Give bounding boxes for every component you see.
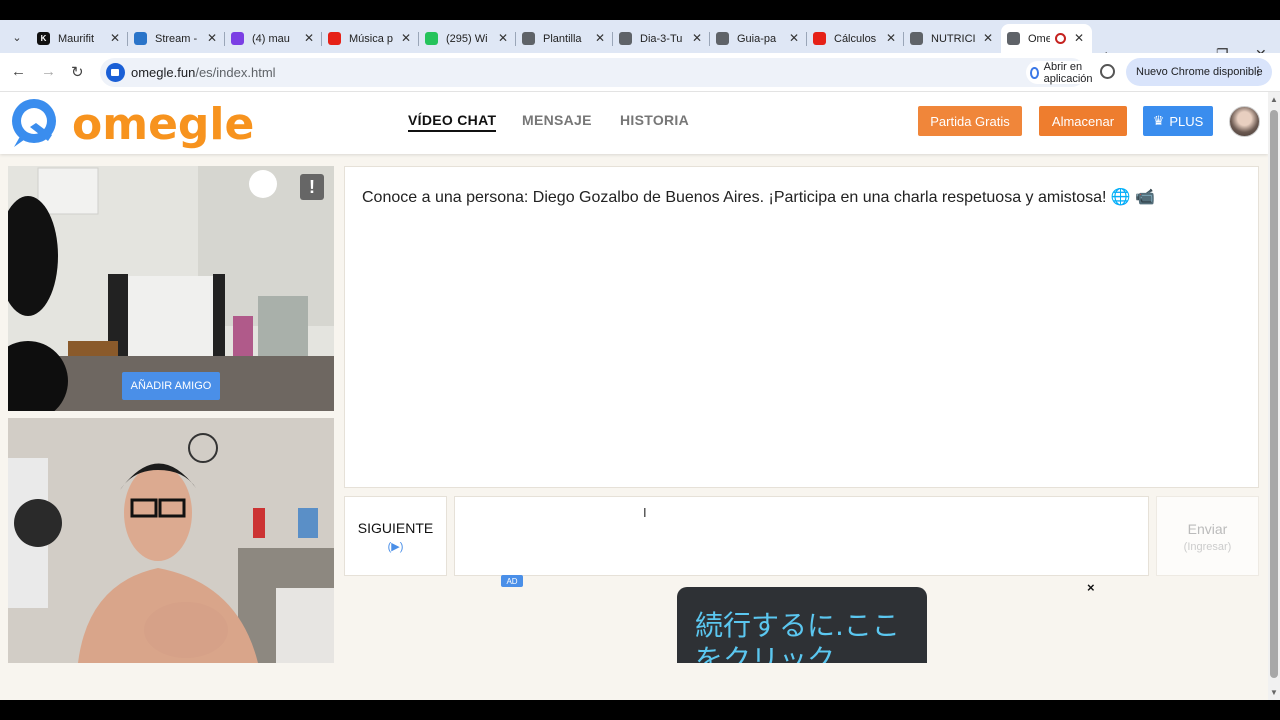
tab-favicon-icon	[522, 32, 535, 45]
text-cursor-icon: I	[643, 505, 647, 520]
omegle-logo[interactable]: omegle	[8, 97, 254, 150]
tab-favicon-icon	[134, 32, 147, 45]
logo-text: omegle	[72, 99, 255, 150]
site-header: omegle VÍDEO CHAT MENSAJE HISTORIA Parti…	[0, 92, 1268, 154]
back-arrow-icon[interactable]: ←	[11, 63, 26, 80]
tab-favicon-icon	[619, 32, 632, 45]
browser-tab[interactable]: NUTRICI ✕	[904, 24, 1001, 53]
ad-banner[interactable]: 続行するに.ここをクリック	[677, 587, 927, 667]
tab-favicon-icon: K	[37, 32, 50, 45]
tab-title: Música p	[349, 32, 394, 45]
tab-title: Stream -	[155, 32, 198, 45]
ad-text: 続行するに.ここをクリック	[695, 609, 900, 667]
browser-tab[interactable]: (4) mau ✕	[225, 24, 322, 53]
free-match-button[interactable]: Partida Gratis	[918, 106, 1022, 136]
tab-close-icon[interactable]: ✕	[692, 31, 702, 45]
local-video-scene	[8, 418, 334, 663]
forward-arrow-icon[interactable]: →	[41, 63, 56, 80]
tab-close-icon[interactable]: ✕	[110, 31, 120, 45]
logo-bubble-icon	[12, 99, 56, 147]
send-shortcut: (Ingresar)	[1183, 541, 1232, 553]
tab-close-icon[interactable]: ✕	[498, 31, 508, 45]
tab-title: Guia-pa	[737, 32, 777, 45]
tab-title: Dia-3-Tu	[640, 32, 683, 45]
send-label: Enviar	[1187, 521, 1228, 537]
tab-favicon-icon	[425, 32, 438, 45]
tab-favicon-icon	[813, 32, 826, 45]
next-button[interactable]: SIGUIENTE (▶)	[344, 496, 447, 576]
browser-tab[interactable]: Guia-pa ✕	[710, 24, 807, 53]
url-text[interactable]: omegle.fun/es/index.html	[131, 65, 276, 80]
tab-search-chevron-icon[interactable]: ⌄	[6, 26, 28, 48]
remote-video: ! AÑADIR AMIGO	[8, 166, 334, 411]
tab-favicon-icon	[328, 32, 341, 45]
site-info-icon[interactable]	[106, 63, 125, 82]
recording-indicator-icon	[1055, 33, 1066, 44]
browser-tab[interactable]: (295) Wi ✕	[419, 24, 516, 53]
screen-top-bar	[0, 0, 1280, 20]
browser-tab[interactable]: Plantilla ✕	[516, 24, 613, 53]
tab-close-icon[interactable]: ✕	[595, 31, 605, 45]
tab-title: NUTRICI	[931, 32, 976, 45]
send-button[interactable]: Enviar (Ingresar)	[1156, 496, 1259, 576]
store-button[interactable]: Almacenar	[1039, 106, 1127, 136]
tab-close-icon[interactable]: ✕	[401, 31, 411, 45]
open-app-icon	[1030, 66, 1039, 79]
system-message: Conoce a una persona: Diego Gozalbo de B…	[362, 189, 1156, 206]
report-button[interactable]: !	[300, 174, 324, 200]
tab-close-icon[interactable]: ✕	[207, 31, 217, 45]
reload-icon[interactable]: ↻	[71, 63, 84, 81]
next-shortcut: (▶)	[387, 541, 404, 553]
ad-close-icon[interactable]: ×	[1087, 580, 1095, 595]
page-content: omegle VÍDEO CHAT MENSAJE HISTORIA Parti…	[0, 92, 1268, 700]
tab-close-icon[interactable]: ✕	[886, 31, 896, 45]
crown-icon: ♛	[1152, 113, 1165, 128]
scroll-up-icon[interactable]: ▲	[1270, 95, 1278, 104]
tab-title: (4) mau	[252, 32, 290, 45]
message-input[interactable]	[454, 496, 1149, 576]
user-avatar[interactable]	[1229, 106, 1260, 137]
tab-favicon-icon	[1007, 32, 1020, 45]
address-bar[interactable]: omegle.fun/es/index.html Abrir en aplica…	[100, 58, 1172, 87]
scrollbar-thumb[interactable]	[1270, 110, 1278, 678]
tab-favicon-icon	[231, 32, 244, 45]
browser-tab[interactable]: K Maurifit ✕	[31, 24, 128, 53]
tab-close-icon[interactable]: ✕	[789, 31, 799, 45]
add-friend-button[interactable]: AÑADIR AMIGO	[122, 372, 220, 400]
scroll-down-icon[interactable]: ▼	[1270, 688, 1278, 697]
profile-icon[interactable]	[1100, 64, 1115, 79]
browser-toolbar: ← → ↻ omegle.fun/es/index.html Abrir en …	[0, 53, 1280, 92]
screen-bottom-bar	[0, 700, 1280, 720]
ad-badge: AD	[501, 575, 523, 587]
browser-tab[interactable]: Cálculos ✕	[807, 24, 904, 53]
tab-favicon-icon	[716, 32, 729, 45]
nav-history[interactable]: HISTORIA	[620, 112, 689, 128]
nav-video-chat[interactable]: VÍDEO CHAT	[408, 112, 497, 132]
chrome-update-button[interactable]: Nuevo Chrome disponible ⋮	[1126, 58, 1272, 86]
more-options-icon[interactable]: ⋮	[1252, 64, 1264, 78]
browser-tab[interactable]: Ome ✕	[1001, 24, 1092, 53]
open-in-app-button[interactable]: Abrir en aplicación	[1026, 61, 1104, 85]
browser-tab-strip: ⌄ K Maurifit ✕ Stream - ✕ (4) mau ✕ Música p ✕ (2…	[0, 20, 1280, 67]
browser-tab[interactable]: Stream - ✕	[128, 24, 225, 53]
tab-close-icon[interactable]: ✕	[1074, 31, 1084, 45]
next-label: SIGUIENTE	[357, 520, 434, 536]
tab-favicon-icon	[910, 32, 923, 45]
tab-close-icon[interactable]: ✕	[983, 31, 993, 45]
browser-tab[interactable]: Dia-3-Tu ✕	[613, 24, 710, 53]
page-scrollbar[interactable]: ▲ ▼	[1268, 92, 1280, 700]
tab-title: Cálculos	[834, 32, 877, 45]
page-bottom	[0, 663, 1268, 700]
chat-log: Conoce a una persona: Diego Gozalbo de B…	[344, 166, 1259, 488]
plus-button[interactable]: ♛ PLUS	[1143, 106, 1213, 136]
local-video	[8, 418, 334, 663]
nav-message[interactable]: MENSAJE	[522, 112, 592, 128]
tab-title: Ome	[1028, 32, 1050, 45]
tab-title: (295) Wi	[446, 32, 488, 45]
browser-tab[interactable]: Música p ✕	[322, 24, 419, 53]
tab-close-icon[interactable]: ✕	[304, 31, 314, 45]
tab-title: Maurifit	[58, 32, 95, 45]
tab-title: Plantilla	[543, 32, 582, 45]
